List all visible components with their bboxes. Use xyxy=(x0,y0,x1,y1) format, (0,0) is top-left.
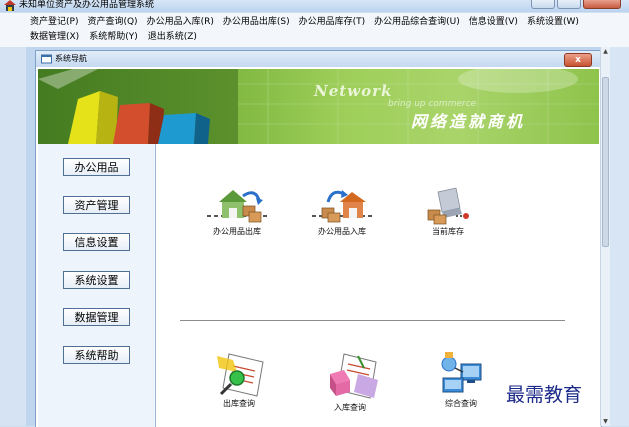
tile-current-stock[interactable]: 当前库存 xyxy=(413,186,483,237)
menu-row-2: 数据管理(X) 系统帮助(Y) 退出系统(Z) xyxy=(30,31,197,43)
window-form-icon xyxy=(41,54,52,64)
tile-combined-query[interactable]: 综合查询 xyxy=(421,350,501,409)
tile-in-query[interactable]: 入库查询 xyxy=(310,350,390,413)
inventory-icon xyxy=(427,187,469,225)
tile-supplies-out-label: 办公用品出库 xyxy=(213,227,261,236)
navigation-window-title: 系统导航 xyxy=(55,54,87,63)
title-bar: 未知单位资产及办公用品管理系统 xyxy=(0,0,629,12)
maximize-button[interactable] xyxy=(557,0,581,9)
navigation-window-titlebar[interactable]: 系统导航 x xyxy=(36,51,601,67)
menu-system-help[interactable]: 系统帮助(Y) xyxy=(89,31,138,43)
menu-exit-system[interactable]: 退出系统(Z) xyxy=(148,31,197,43)
navigation-window: 系统导航 x Network bring up commerce 网络造就商机 … xyxy=(35,50,602,427)
navigation-close-button[interactable]: x xyxy=(564,53,592,67)
menu-bar: 资产登记(P) 资产查询(Q) 办公用品入库(R) 办公用品出库(S) 办公用品… xyxy=(0,13,629,47)
window-title: 未知单位资产及办公用品管理系统 xyxy=(19,0,155,10)
search-document-icon xyxy=(217,353,264,397)
sidebar-item-system-help[interactable]: 系统帮助 xyxy=(63,346,130,364)
close-button[interactable] xyxy=(583,0,621,9)
section-divider xyxy=(180,320,565,321)
scroll-up-arrow-icon[interactable]: ▲ xyxy=(601,47,610,56)
menu-supplies-in[interactable]: 办公用品入库(R) xyxy=(147,16,214,28)
banner-slogan: 网络造就商机 xyxy=(411,112,526,131)
sidebar-item-asset-management[interactable]: 资产管理 xyxy=(63,196,130,214)
menu-asset-register[interactable]: 资产登记(P) xyxy=(30,16,78,28)
menu-asset-query[interactable]: 资产查询(Q) xyxy=(87,16,137,28)
tile-supplies-in[interactable]: 办公用品入库 xyxy=(298,186,386,237)
sidebar-item-info-settings[interactable]: 信息设置 xyxy=(63,233,130,251)
warehouse-in-icon xyxy=(312,190,372,223)
mdi-left-edge xyxy=(0,47,26,426)
sidebar-item-office-supplies[interactable]: 办公用品 xyxy=(63,158,130,176)
scrollbar-thumb[interactable] xyxy=(602,77,609,247)
network-computer-icon xyxy=(441,352,482,393)
tile-out-query[interactable]: 出库查询 xyxy=(199,350,279,409)
sidebar-item-data-management[interactable]: 数据管理 xyxy=(63,308,130,326)
vertical-scrollbar[interactable]: ▲ ▼ xyxy=(600,47,610,426)
sidebar-item-system-settings[interactable]: 系统设置 xyxy=(63,271,130,289)
banner-brand-text: Network xyxy=(314,82,393,100)
app-logo-icon xyxy=(4,0,16,11)
warehouse-out-icon xyxy=(207,190,267,223)
window-controls xyxy=(531,0,621,9)
menu-supplies-out[interactable]: 办公用品出库(S) xyxy=(223,16,290,28)
tile-current-stock-label: 当前库存 xyxy=(432,227,464,236)
mdi-right-edge xyxy=(610,47,629,426)
watermark-text: 最需教育 xyxy=(506,384,583,406)
tile-supplies-in-label: 办公用品入库 xyxy=(318,227,366,236)
tile-combined-query-label: 综合查询 xyxy=(445,399,477,408)
menu-supplies-stock[interactable]: 办公用品库存(T) xyxy=(299,16,366,28)
navigation-sidebar: 办公用品 资产管理 信息设置 系统设置 数据管理 系统帮助 xyxy=(38,144,156,427)
menu-system-settings[interactable]: 系统设置(W) xyxy=(527,16,579,28)
menu-supplies-query[interactable]: 办公用品综合查询(U) xyxy=(374,16,460,28)
tile-out-query-label: 出库查询 xyxy=(223,399,255,408)
tile-supplies-out[interactable]: 办公用品出库 xyxy=(193,186,281,237)
scroll-down-arrow-icon[interactable]: ▼ xyxy=(601,417,610,426)
menu-data-management[interactable]: 数据管理(X) xyxy=(30,31,79,43)
tile-in-query-label: 入库查询 xyxy=(334,403,366,412)
menu-row-1: 资产登记(P) 资产查询(Q) 办公用品入库(R) 办公用品出库(S) 办公用品… xyxy=(30,16,579,28)
header-banner: Network bring up commerce 网络造就商机 xyxy=(38,69,599,144)
banner-graphic xyxy=(38,69,599,144)
package-document-icon xyxy=(330,353,378,399)
minimize-button[interactable] xyxy=(531,0,555,9)
menu-info-settings[interactable]: 信息设置(V) xyxy=(469,16,518,28)
